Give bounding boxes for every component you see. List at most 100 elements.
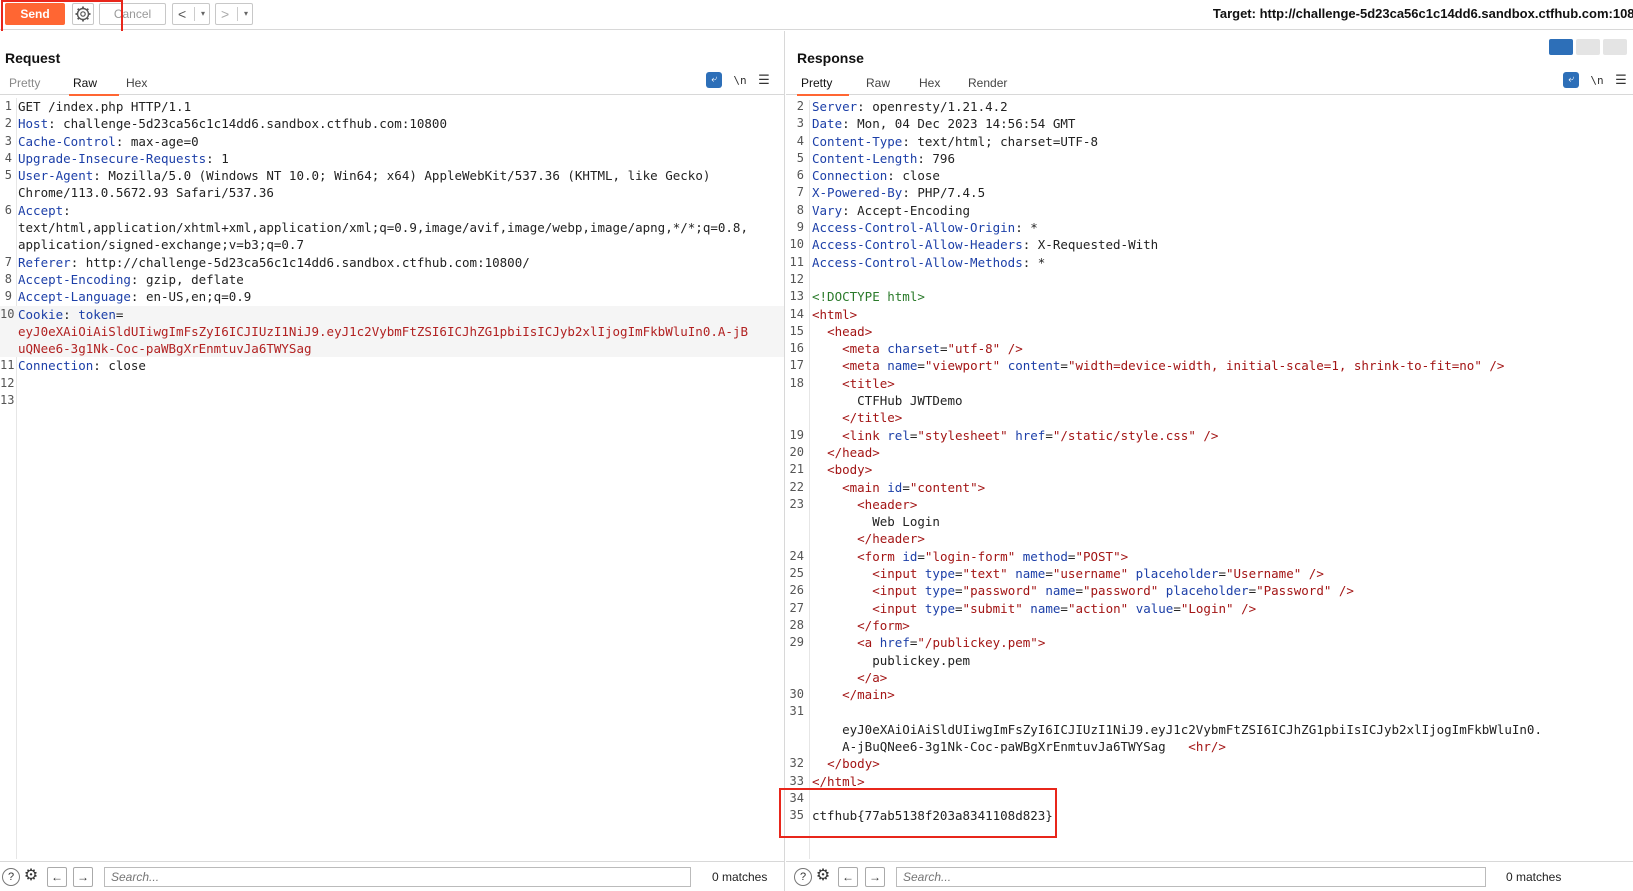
line-number: 27	[789, 600, 804, 615]
line-number: 33	[789, 773, 804, 788]
line-number: 3	[796, 116, 804, 131]
line-number: 12	[0, 375, 15, 390]
wrap-lines-icon[interactable]: ⤶	[1563, 72, 1579, 88]
line-number: 18	[789, 375, 804, 390]
tab-hex[interactable]: Hex	[122, 76, 151, 94]
tab-render[interactable]: Render	[964, 76, 1011, 94]
tab-raw[interactable]: Raw	[69, 76, 119, 96]
code-line: 1 GET /index.php HTTP/1.1	[0, 98, 784, 115]
line-number: 29	[789, 635, 804, 650]
help-icon[interactable]: ?	[794, 868, 812, 886]
line-number: 1	[4, 99, 12, 113]
code-line: 5 Content-Length: 796	[786, 150, 1633, 167]
tab-pretty[interactable]: Pretty	[797, 76, 849, 96]
code-line: 7 Referer: http://challenge-5d23ca56c1c14…	[0, 254, 784, 271]
code-line: 16 <meta charset="utf-8" />	[786, 340, 1633, 357]
tab-hex[interactable]: Hex	[915, 76, 944, 94]
newline-icon[interactable]: \n	[1589, 74, 1605, 87]
line-content: <link rel="stylesheet" href="/static/sty…	[842, 427, 1219, 443]
line-number	[0, 219, 14, 236]
line-number: 6	[4, 202, 12, 217]
code-line: 5 User-Agent: Mozilla/5.0 (Windows NT 10.…	[0, 167, 784, 184]
settings-icon[interactable]: ⚙	[814, 868, 832, 886]
line-content: Upgrade-Insecure-Requests: 1	[18, 150, 229, 166]
code-line: 10 Access-Control-Allow-Headers: X-Reques…	[786, 236, 1633, 253]
line-content: X-Powered-By: PHP/7.4.5	[812, 185, 986, 201]
forward-button[interactable]: > ▾	[215, 3, 253, 25]
help-icon[interactable]: ?	[2, 868, 20, 886]
line-content: </body>	[827, 756, 880, 772]
response-editor[interactable]: 2 Server: openresty/1.21.4.2 3 Date: Mon, 0…	[786, 98, 1633, 859]
response-search-bar: ? ⚙ ← → 0 matches	[786, 861, 1633, 891]
line-number	[0, 236, 14, 253]
line-content: Chrome/113.0.5672.93 Safari/537.36	[18, 185, 274, 201]
response-search-input[interactable]	[896, 867, 1486, 887]
line-content: application/signed-exchange;v=b3;q=0.7	[18, 237, 304, 253]
line-content: Access-Control-Allow-Methods: *	[812, 254, 1046, 270]
layout-side-by-side-icon[interactable]	[1549, 39, 1573, 55]
menu-icon[interactable]: ☰	[1615, 72, 1627, 88]
code-line: text/html,application/xhtml+xml,applicat…	[0, 219, 784, 236]
line-number: 34	[789, 790, 804, 805]
line-number: 35	[789, 808, 804, 823]
code-line: 9 Access-Control-Allow-Origin: *	[786, 219, 1633, 236]
code-line: 35 ctfhub{77ab5138f203a8341108d823}	[786, 807, 1633, 824]
line-number: 14	[789, 306, 804, 321]
line-content: </html>	[812, 773, 865, 789]
newline-icon[interactable]: \n	[732, 74, 748, 87]
code-line: </header>	[786, 530, 1633, 547]
line-content: Accept-Encoding: gzip, deflate	[18, 271, 244, 287]
line-content: Server: openresty/1.21.4.2	[812, 99, 1008, 114]
cancel-button[interactable]: Cancel	[99, 3, 166, 25]
chevron-down-icon[interactable]: ▾	[244, 4, 248, 24]
send-settings-button[interactable]	[72, 3, 94, 25]
code-line: publickey.pem	[786, 652, 1633, 669]
next-match-button[interactable]: →	[865, 867, 885, 887]
send-button[interactable]: Send	[5, 3, 65, 25]
back-button[interactable]: < ▾	[172, 3, 210, 25]
layout-stacked-icon[interactable]	[1576, 39, 1600, 55]
request-match-count: 0 matches	[712, 870, 768, 884]
code-line: A-jBuQNee6-3g1Nk-Coc-paWBgXrEnmtuvJa6TWY…	[786, 738, 1633, 755]
code-line: 6 Accept:	[0, 202, 784, 219]
line-number	[0, 184, 14, 201]
line-number: 4	[4, 150, 12, 165]
target-label[interactable]: Target: http://challenge-5d23ca56c1c14dd…	[1213, 6, 1633, 21]
line-number: 5	[4, 168, 12, 183]
settings-icon[interactable]: ⚙	[22, 868, 40, 886]
line-content: Access-Control-Allow-Origin: *	[812, 220, 1038, 236]
line-content: </main>	[842, 687, 895, 703]
line-number: 3	[4, 133, 12, 148]
layout-tabs-icon[interactable]	[1603, 39, 1627, 55]
code-line: 2 Server: openresty/1.21.4.2	[786, 98, 1633, 115]
line-content: <input type="text" name="username" place…	[872, 566, 1324, 582]
menu-icon[interactable]: ☰	[758, 72, 770, 88]
code-line: 14 <html>	[786, 306, 1633, 323]
request-editor[interactable]: 1 GET /index.php HTTP/1.1 2 Host: challenge…	[0, 96, 784, 859]
tab-raw[interactable]: Raw	[862, 76, 894, 94]
line-number	[786, 669, 808, 686]
line-content: <!DOCTYPE html>	[812, 289, 925, 305]
line-number	[0, 323, 14, 340]
line-number: 20	[789, 444, 804, 459]
chevron-down-icon[interactable]: ▾	[201, 4, 205, 24]
tab-pretty[interactable]: Pretty	[5, 76, 44, 94]
line-number: 8	[796, 202, 804, 217]
line-content: CTFHub JWTDemo	[812, 393, 963, 409]
code-line: 3 Date: Mon, 04 Dec 2023 14:56:54 GMT	[786, 115, 1633, 132]
code-line: 13 <!DOCTYPE html>	[786, 288, 1633, 305]
request-search-input[interactable]	[104, 867, 691, 887]
line-number: 10	[0, 306, 15, 321]
line-number: 28	[789, 617, 804, 632]
prev-match-button[interactable]: ←	[47, 867, 67, 887]
next-match-button[interactable]: →	[73, 867, 93, 887]
code-line: CTFHub JWTDemo	[786, 392, 1633, 409]
line-number: 12	[789, 271, 804, 286]
wrap-lines-icon[interactable]: ⤶	[706, 72, 722, 88]
line-content: User-Agent: Mozilla/5.0 (Windows NT 10.0…	[18, 168, 711, 184]
line-content: <head>	[827, 323, 873, 339]
code-line: eyJ0eXAiOiAiSldUIiwgImFsZyI6ICJIUzI1NiJ9…	[786, 721, 1633, 738]
line-number: 7	[4, 254, 12, 269]
prev-match-button[interactable]: ←	[838, 867, 858, 887]
code-line: 17 <meta name="viewport" content="width=…	[786, 357, 1633, 374]
